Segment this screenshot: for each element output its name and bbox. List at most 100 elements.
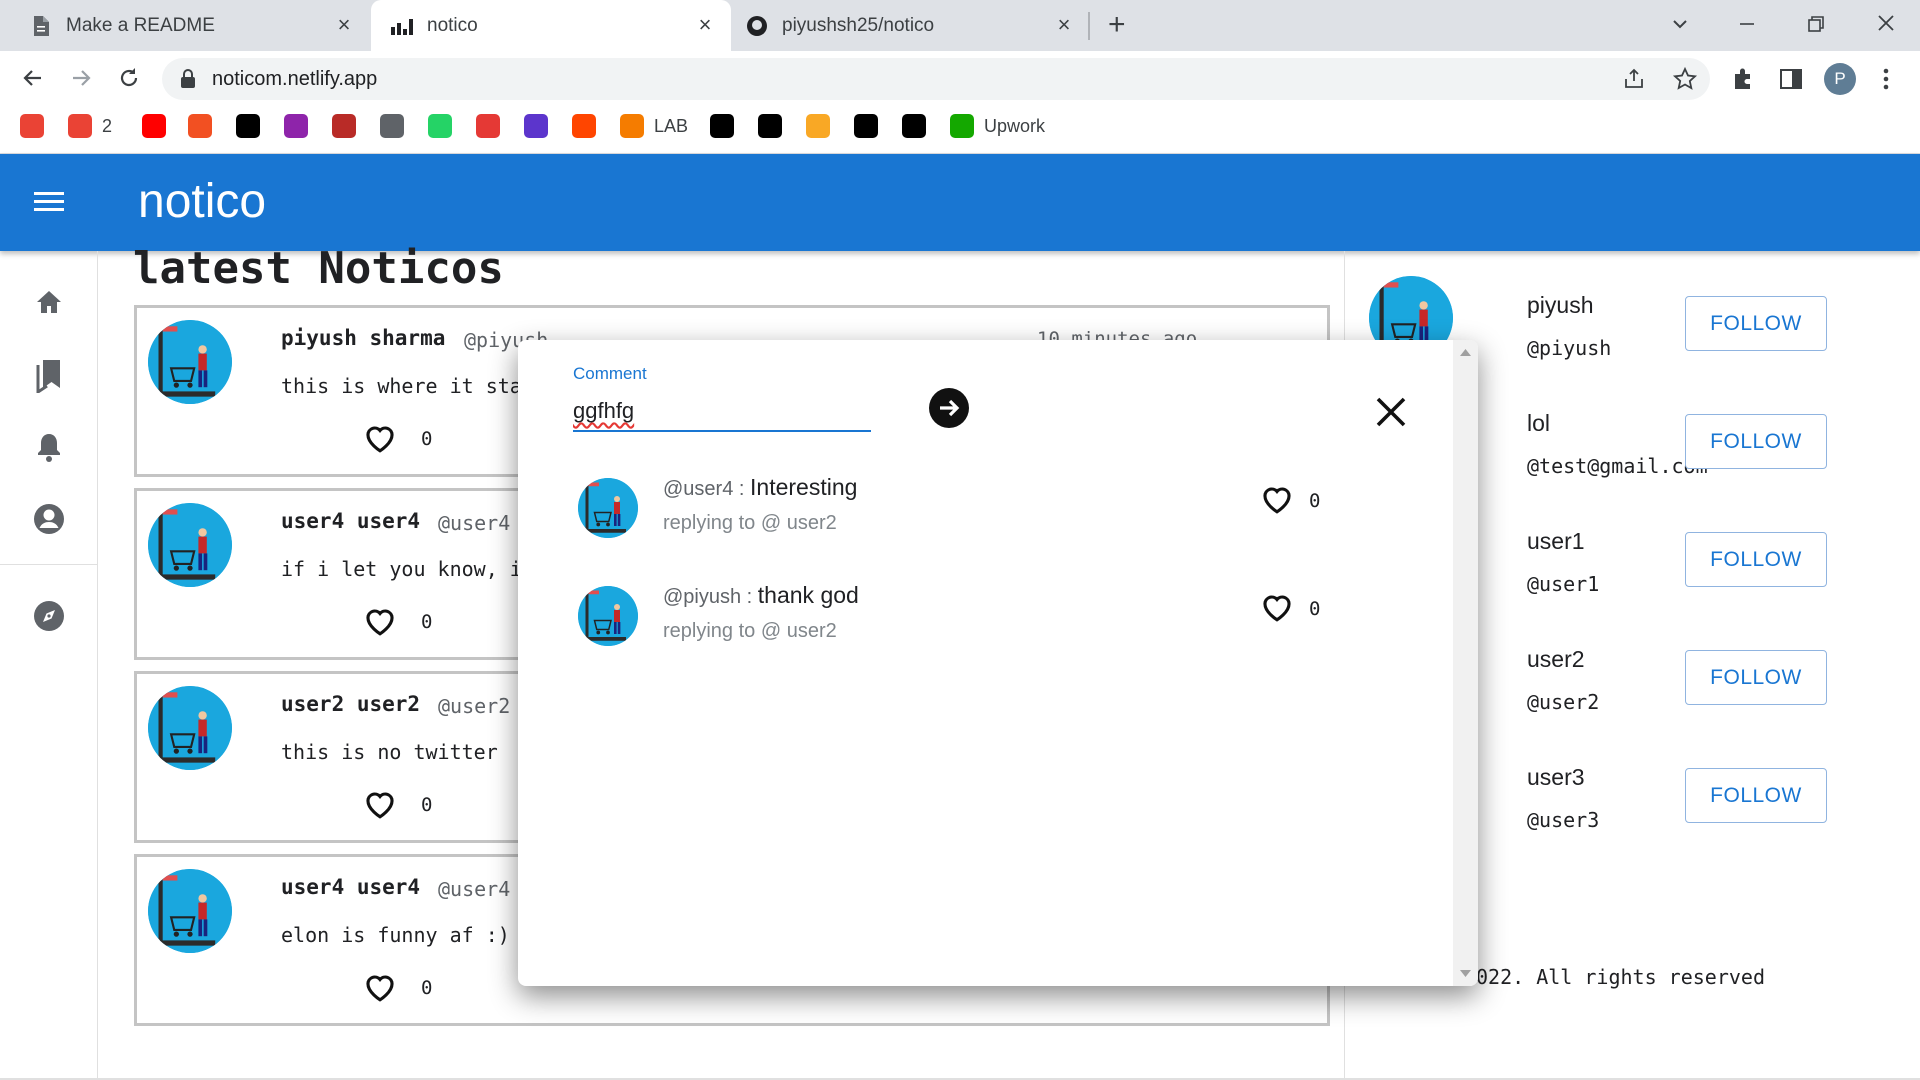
bookmark-item[interactable]	[524, 113, 548, 139]
close-tab-icon[interactable]: ×	[693, 13, 717, 37]
profile-avatar[interactable]: P	[1824, 63, 1856, 95]
tab-title: piyushsh25/notico	[782, 14, 935, 36]
star-icon[interactable]	[1672, 66, 1698, 92]
comment-avatar[interactable]	[578, 586, 638, 646]
follow-button[interactable]: FOLLOW	[1685, 532, 1827, 587]
suggestion-name[interactable]: user1	[1527, 528, 1585, 555]
bookmark-item[interactable]	[428, 113, 452, 139]
like-button[interactable]	[363, 421, 397, 455]
like-button[interactable]	[363, 604, 397, 638]
bookmark-label: Upwork	[984, 115, 1046, 136]
bookmark-item[interactable]	[332, 113, 356, 139]
bookmark-item[interactable]	[806, 113, 830, 139]
comment-like-button[interactable]	[1260, 590, 1294, 624]
dialog-scrollbar[interactable]	[1453, 340, 1478, 986]
suggestion-name[interactable]: piyush	[1527, 292, 1593, 319]
whatsapp-icon	[428, 114, 452, 138]
comment-avatar[interactable]	[578, 478, 638, 538]
close-tab-icon[interactable]: ×	[1052, 13, 1076, 37]
bookmark-item[interactable]	[20, 113, 44, 139]
like-count: 0	[421, 794, 433, 816]
post-author-name[interactable]: piyush sharma	[281, 326, 445, 350]
minimize-icon[interactable]	[1735, 12, 1759, 36]
follow-button[interactable]: FOLLOW	[1685, 650, 1827, 705]
hamburger-menu-icon[interactable]	[34, 190, 64, 214]
bookmarks-icon[interactable]	[34, 357, 64, 395]
follow-button[interactable]: FOLLOW	[1685, 414, 1827, 469]
post-author-name[interactable]: user4 user4	[281, 509, 420, 533]
suggestion-handle: @user1	[1527, 572, 1600, 596]
tab-title: notico	[427, 14, 478, 36]
reload-icon[interactable]	[116, 65, 142, 91]
pycharm-icon	[758, 114, 782, 138]
bookmark-item[interactable]	[476, 113, 500, 139]
scroll-up-icon[interactable]	[1460, 348, 1471, 356]
tab-notico[interactable]: notico ×	[371, 0, 731, 51]
comment-input[interactable]: ggfhfg	[573, 394, 871, 432]
side-panel-icon[interactable]	[1778, 66, 1804, 92]
user-avatar[interactable]	[148, 320, 232, 404]
follow-button[interactable]: FOLLOW	[1685, 768, 1827, 823]
post-author-name[interactable]: user2 user2	[281, 692, 420, 716]
feed-heading: latest Noticos	[133, 243, 504, 294]
bookmark-item[interactable]: Upwork	[950, 113, 1045, 139]
post-author-handle[interactable]: @user4	[438, 877, 510, 901]
bookmark-label: LAB	[654, 115, 689, 136]
comment-author[interactable]: @user4	[663, 478, 733, 500]
github-icon	[854, 114, 878, 138]
back-icon[interactable]	[20, 65, 46, 91]
bookmark-item[interactable]	[188, 113, 212, 139]
scroll-down-icon[interactable]	[1460, 970, 1471, 978]
bookmark-item[interactable]	[284, 113, 308, 139]
bookmark-item[interactable]	[902, 113, 926, 139]
share-icon[interactable]	[1622, 67, 1646, 91]
suggestion-handle: @test@gmail.com	[1527, 454, 1708, 478]
suggestion-name[interactable]: user2	[1527, 646, 1585, 673]
app-title[interactable]: notico	[138, 174, 266, 229]
home-icon[interactable]	[34, 287, 64, 317]
explore-icon[interactable]	[33, 600, 65, 632]
user-avatar[interactable]	[148, 686, 232, 770]
send-comment-button[interactable]	[929, 388, 969, 428]
bookmark-item[interactable]	[572, 113, 596, 139]
bookmark-item[interactable]	[710, 113, 734, 139]
suggestion-name[interactable]: lol	[1527, 410, 1550, 437]
tab-github[interactable]: piyushsh25/notico ×	[732, 0, 1090, 51]
post-author-name[interactable]: user4 user4	[281, 875, 420, 899]
suggestion-handle: @user2	[1527, 690, 1600, 714]
suggestion-name[interactable]: user3	[1527, 764, 1585, 791]
user-avatar[interactable]	[148, 503, 232, 587]
comment-like-button[interactable]	[1260, 482, 1294, 516]
bookmark-item[interactable]	[380, 113, 404, 139]
post-author-handle[interactable]: @user4	[438, 511, 510, 535]
bookmark-item[interactable]: 2	[68, 113, 112, 139]
comment-line: @user4 : Interesting	[663, 474, 857, 501]
like-button[interactable]	[363, 787, 397, 821]
bookmark-item[interactable]	[142, 113, 166, 139]
bookmark-item[interactable]	[758, 113, 782, 139]
notifications-icon[interactable]	[34, 431, 64, 463]
comment-reply-to: replying to @ user2	[663, 620, 837, 642]
follow-button[interactable]: FOLLOW	[1685, 296, 1827, 351]
tab-strip: Make a README × notico × piyushsh25/noti…	[0, 0, 1920, 51]
close-window-icon[interactable]	[1873, 10, 1899, 36]
close-tab-icon[interactable]: ×	[332, 13, 356, 37]
bookmark-item[interactable]	[236, 113, 260, 139]
close-dialog-button[interactable]	[1373, 394, 1409, 430]
address-bar[interactable]: noticom.netlify.app	[162, 58, 1710, 100]
like-button[interactable]	[363, 970, 397, 1004]
bookmark-item[interactable]	[854, 113, 878, 139]
comment-author[interactable]: @piyush	[663, 586, 741, 608]
bookmark-item[interactable]: LAB	[620, 113, 688, 139]
new-tab-button[interactable]: +	[1108, 8, 1138, 42]
menu-kebab-icon[interactable]	[1876, 66, 1896, 92]
profile-icon[interactable]	[33, 503, 65, 535]
tab-search-icon[interactable]	[1668, 12, 1692, 36]
restore-icon[interactable]	[1804, 12, 1828, 36]
user-avatar[interactable]	[148, 869, 232, 953]
forward-icon[interactable]	[68, 65, 94, 91]
square-icon	[710, 114, 734, 138]
post-author-handle[interactable]: @user2	[438, 694, 510, 718]
tab-readme[interactable]: Make a README ×	[0, 0, 370, 51]
extensions-icon[interactable]	[1730, 66, 1756, 92]
